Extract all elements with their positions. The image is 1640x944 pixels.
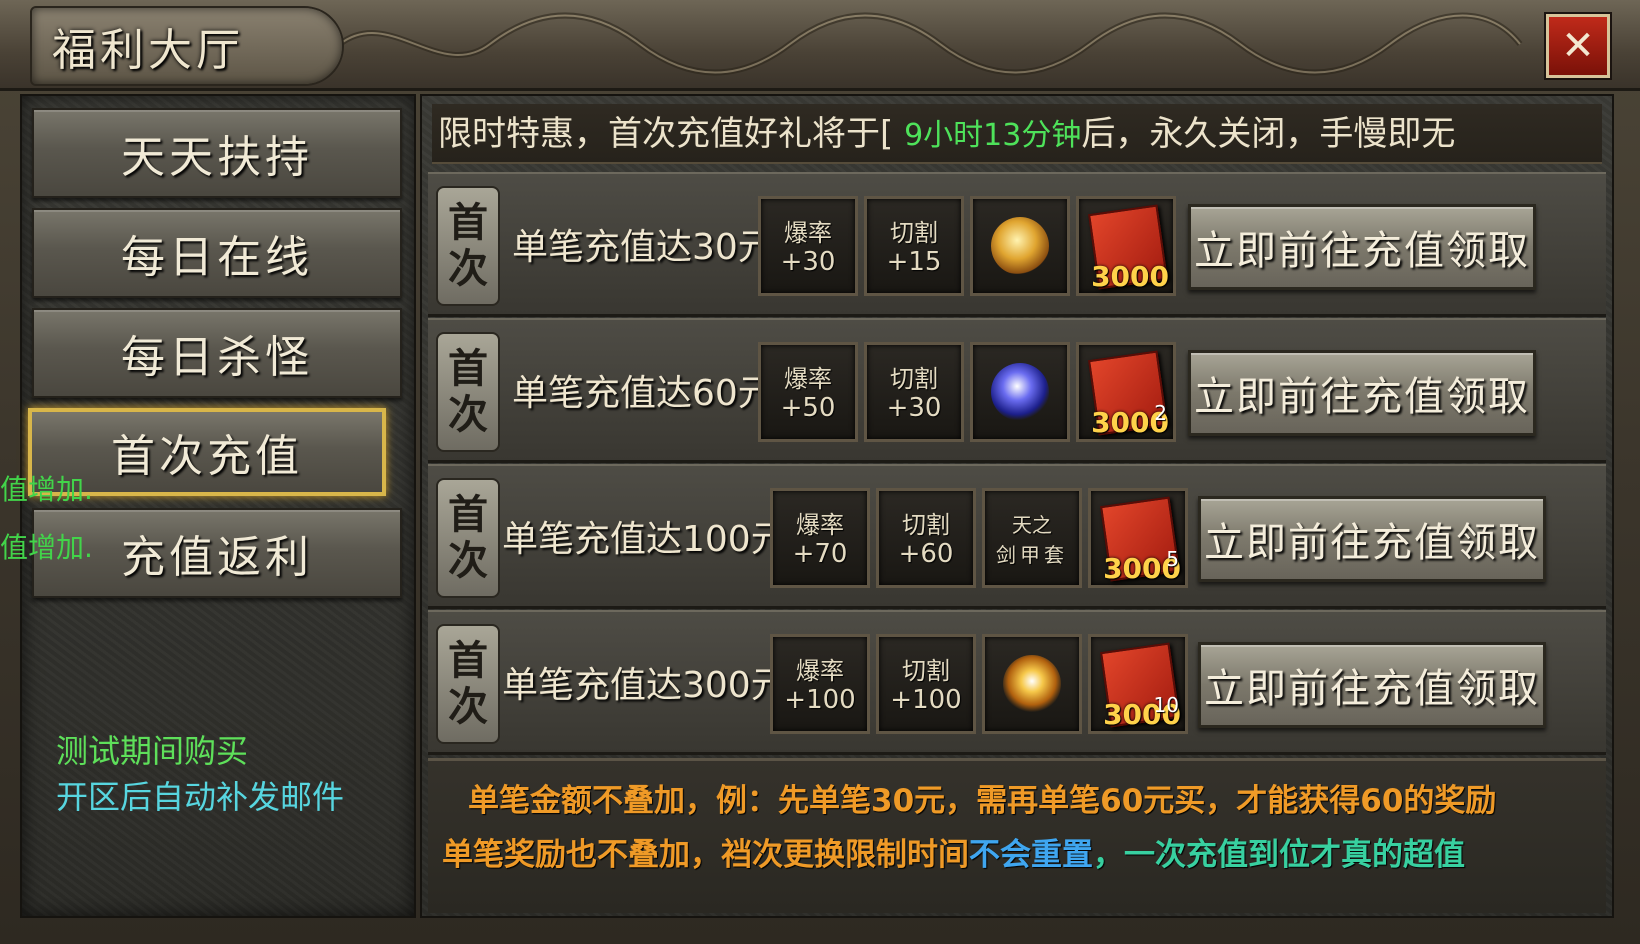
note-line-mail: 开区后自动补发邮件 — [56, 778, 345, 816]
reward-row: 首 次 单笔充值达300元 爆率 +100 切割 +100 3000 10 立即… — [428, 610, 1606, 755]
row-threshold-label: 单笔充值达100元 — [502, 519, 787, 560]
badge-char: 次 — [448, 538, 488, 584]
item-amount: 3000 — [1091, 260, 1169, 293]
first-badge: 首 次 — [436, 624, 500, 744]
reward-slot-cut[interactable]: 切割 +100 — [876, 634, 976, 734]
reward-slot-cut[interactable]: 切割 +15 — [864, 196, 964, 296]
row-threshold-label: 单笔充值达300元 — [502, 665, 787, 706]
slot-title: 天之 — [1012, 513, 1052, 537]
reward-row: 首 次 单笔充值达100元 爆率 +70 切割 +60 天之 剑甲套 3000 … — [428, 464, 1606, 609]
reward-slot-red-envelope[interactable]: 3000 10 — [1088, 634, 1188, 734]
slot-title: 切割 — [890, 219, 938, 247]
side-note: 测试期间购买 开区后自动补发邮件 — [56, 728, 344, 820]
slot-title: 爆率 — [784, 219, 832, 247]
tab-label: 天天扶持 — [121, 132, 313, 183]
reward-slot-red-envelope[interactable]: 3000 2 — [1076, 342, 1176, 442]
rule-highlight: 不会重置 — [969, 837, 1093, 873]
tab-label: 首次充值 — [111, 431, 303, 482]
limited-offer-banner: 限时特惠，首次充值好礼将于[ 9小时13分钟后，永久关闭，手慢即无 — [432, 104, 1602, 164]
slot-value: +70 — [792, 539, 848, 569]
reward-row: 首 次 单笔充值达60元 爆率 +50 切割 +30 3000 2 立即前往充值… — [428, 318, 1606, 463]
item-quantity: 2 — [1154, 401, 1167, 425]
ornament-pattern-icon — [338, 12, 1523, 76]
slot-value: +60 — [898, 539, 954, 569]
tab-daily-online[interactable]: 每日在线 — [32, 208, 402, 298]
reward-slot-red-envelope[interactable]: 3000 5 — [1088, 488, 1188, 588]
banner-suffix: 后，永久关闭，手慢即无 — [1081, 114, 1456, 154]
blue-gem-icon — [991, 363, 1049, 421]
badge-char: 首 — [448, 200, 488, 246]
tab-label: 每日在线 — [121, 232, 313, 283]
countdown-timer: 9小时13分钟 — [904, 118, 1082, 153]
tab-label: 每日杀怪 — [121, 332, 313, 383]
note-line-test-period: 测试期间购买 — [56, 732, 249, 770]
slot-value: +100 — [784, 685, 856, 715]
first-badge: 首 次 — [436, 332, 500, 452]
reward-slot-cut[interactable]: 切割 +30 — [864, 342, 964, 442]
window-title: 福利大厅 — [52, 25, 244, 76]
close-button[interactable]: ✕ — [1546, 14, 1610, 78]
reward-slot-armor-set[interactable]: 天之 剑甲套 — [982, 488, 1082, 588]
slot-value: +15 — [886, 247, 942, 277]
reward-slot-item[interactable] — [970, 342, 1070, 442]
edge-floating-text: 值增加. — [0, 531, 93, 564]
badge-char: 首 — [448, 492, 488, 538]
slot-title: 切割 — [902, 657, 950, 685]
slot-title: 切割 — [902, 511, 950, 539]
reward-slot-item[interactable] — [970, 196, 1070, 296]
slot-value: 剑甲套 — [996, 543, 1068, 567]
close-icon: ✕ — [1561, 23, 1595, 69]
first-badge: 首 次 — [436, 478, 500, 598]
rules-footer: 单笔金额不叠加，例：先单笔30元，需再单笔60元买，才能获得60的奖励 单笔奖励… — [428, 758, 1606, 913]
badge-char: 次 — [448, 246, 488, 292]
item-quantity: 5 — [1166, 547, 1179, 571]
slot-value: +30 — [780, 247, 836, 277]
gold-orb-icon — [1003, 655, 1061, 713]
go-recharge-button[interactable]: 立即前往充值领取 — [1198, 496, 1546, 582]
slot-value: +50 — [780, 393, 836, 423]
go-recharge-button[interactable]: 立即前往充值领取 — [1188, 350, 1536, 436]
title-bar: 福利大厅 ✕ — [0, 0, 1640, 91]
reward-row: 首 次 单笔充值达30元 爆率 +30 切割 +15 3000 立即前往充值领取 — [428, 172, 1606, 317]
banner-prefix: 限时特惠，首次充值好礼将于[ — [438, 114, 905, 154]
go-recharge-button[interactable]: 立即前往充值领取 — [1198, 642, 1546, 728]
badge-char: 首 — [448, 638, 488, 684]
reward-slot-drop-rate[interactable]: 爆率 +70 — [770, 488, 870, 588]
slot-title: 爆率 — [784, 365, 832, 393]
slot-title: 切割 — [890, 365, 938, 393]
tab-daily-support[interactable]: 天天扶持 — [32, 108, 402, 198]
reward-slot-drop-rate[interactable]: 爆率 +50 — [758, 342, 858, 442]
rule-line-1: 单笔金额不叠加，例：先单笔30元，需再单笔60元买，才能获得60的奖励 — [468, 783, 1497, 819]
tab-label: 充值返利 — [121, 532, 313, 583]
go-recharge-button[interactable]: 立即前往充值领取 — [1188, 204, 1536, 290]
badge-char: 次 — [448, 392, 488, 438]
slot-title: 爆率 — [796, 511, 844, 539]
slot-value: +30 — [886, 393, 942, 423]
badge-char: 首 — [448, 346, 488, 392]
main-panel: 限时特惠，首次充值好礼将于[ 9小时13分钟后，永久关闭，手慢即无 首 次 单笔… — [420, 94, 1614, 918]
row-threshold-label: 单笔充值达30元 — [512, 227, 774, 268]
slot-title: 爆率 — [796, 657, 844, 685]
badge-char: 次 — [448, 684, 488, 730]
welfare-hall-window: 福利大厅 ✕ 天天扶持 每日在线 每日杀怪 首次充值 充值返利 测试期间购买 开… — [0, 0, 1640, 944]
gold-crown-icon — [991, 217, 1049, 275]
row-threshold-label: 单笔充值达60元 — [512, 373, 774, 414]
tab-daily-monster-kill[interactable]: 每日杀怪 — [32, 308, 402, 398]
rule-highlight: ，一次充值到位才真的超值 — [1093, 837, 1465, 873]
edge-floating-text: 值增加. — [0, 473, 93, 506]
reward-slot-red-envelope[interactable]: 3000 — [1076, 196, 1176, 296]
reward-slot-item[interactable] — [982, 634, 1082, 734]
reward-slot-drop-rate[interactable]: 爆率 +30 — [758, 196, 858, 296]
slot-value: +100 — [890, 685, 962, 715]
rule-text: 单笔奖励也不叠加，裆次更换限制时间 — [442, 837, 969, 873]
rule-line-2: 单笔奖励也不叠加，裆次更换限制时间不会重置，一次充值到位才真的超值 — [442, 829, 1465, 874]
first-badge: 首 次 — [436, 186, 500, 306]
reward-slot-cut[interactable]: 切割 +60 — [876, 488, 976, 588]
item-quantity: 10 — [1153, 693, 1179, 717]
reward-slot-drop-rate[interactable]: 爆率 +100 — [770, 634, 870, 734]
